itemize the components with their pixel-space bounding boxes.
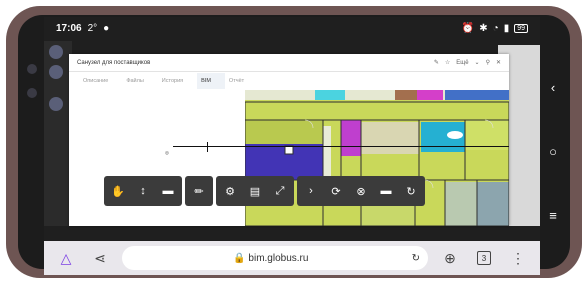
- background-footer: [214, 231, 540, 241]
- home-icon[interactable]: ○: [544, 142, 562, 160]
- signal-icon: ▮: [503, 22, 510, 34]
- move-vertical-icon[interactable]: ↕: [132, 179, 154, 203]
- minus-square-icon[interactable]: ▬: [375, 179, 397, 203]
- tab-bim[interactable]: BIM: [197, 73, 225, 89]
- camera-icon[interactable]: ▬: [157, 179, 179, 203]
- menu-icon[interactable]: ⋮: [506, 246, 530, 270]
- chevron-right-icon[interactable]: ›: [300, 179, 322, 203]
- room-magenta: [341, 120, 361, 156]
- fullscreen-icon[interactable]: ⤢: [269, 179, 291, 203]
- more-action[interactable]: Ещё: [456, 60, 468, 66]
- background-sidebar: [44, 41, 72, 226]
- tab-label: BIM: [201, 78, 211, 84]
- reload-icon[interactable]: ↻: [412, 253, 420, 264]
- browser-bar: △ ⋖ 🔒 bim.globus.ru ↻ ⊕ 3 ⋮: [44, 241, 540, 275]
- room-grey: [477, 182, 509, 226]
- hand-icon[interactable]: ✋: [107, 179, 129, 203]
- tab-report[interactable]: Отчёт: [225, 73, 258, 89]
- section-line: [173, 146, 509, 147]
- tab-label: Отчёт: [228, 78, 245, 84]
- star-icon[interactable]: ☆: [445, 59, 450, 66]
- layers-icon[interactable]: ▤: [244, 179, 266, 203]
- recents-icon[interactable]: ≡: [544, 206, 562, 224]
- back-icon[interactable]: ‹: [544, 78, 562, 96]
- battery-level: 99: [517, 24, 525, 32]
- pencil-icon[interactable]: ✏: [188, 179, 210, 203]
- tab-label: История: [161, 78, 184, 84]
- battery-icon: 99: [514, 23, 528, 33]
- rotate-icon[interactable]: ⟳: [325, 179, 347, 203]
- room-beige: [361, 122, 419, 154]
- tab-files[interactable]: Файлы: [122, 73, 157, 89]
- sensor-icon: [27, 88, 37, 98]
- room-cyan-top: [315, 90, 345, 100]
- gear-icon[interactable]: ⚙: [219, 179, 241, 203]
- room-purple: [245, 144, 323, 180]
- front-camera-icon: [27, 64, 37, 74]
- url-text: bim.globus.ru: [248, 252, 309, 264]
- share-icon[interactable]: ⋖: [88, 246, 112, 270]
- address-bar[interactable]: 🔒 bim.globus.ru ↻: [122, 246, 428, 270]
- new-tab-icon[interactable]: ⊕: [438, 246, 462, 270]
- modal-header: Санузел для поставщиков ✎ ☆ Ещё ⌄ ⚲ ✕: [69, 54, 509, 72]
- notification-icon: ●: [103, 22, 110, 34]
- close-circle-icon[interactable]: ⊗: [350, 179, 372, 203]
- wifi-icon: ◔: [492, 22, 499, 34]
- tab-description[interactable]: Описание: [79, 73, 122, 89]
- tab-history[interactable]: История: [158, 73, 197, 89]
- lock-icon: 🔒: [233, 252, 246, 264]
- room-green-left: [245, 120, 323, 144]
- bluetooth-icon: ✱: [479, 22, 488, 34]
- level-marker-icon: ◎: [165, 150, 169, 155]
- refresh-icon[interactable]: ↻: [400, 179, 422, 203]
- room-brown-top: [395, 90, 417, 100]
- tab-label: Описание: [83, 78, 109, 84]
- status-bar: 17:06 2° ● ⏰ ✱ ◔ ▮ 99: [44, 17, 540, 39]
- background-app-icon: [49, 45, 63, 59]
- background-app-icon: [49, 65, 63, 79]
- room-magenta-top: [417, 90, 443, 100]
- screen: 17:06 2° ● ⏰ ✱ ◔ ▮ 99 Санузел для постав…: [44, 17, 540, 275]
- edit-icon[interactable]: ✎: [434, 59, 439, 66]
- status-temperature: 2°: [87, 22, 98, 34]
- pin-icon[interactable]: ⚲: [486, 59, 490, 66]
- tabs-button[interactable]: 3: [472, 246, 496, 270]
- chevron-down-icon[interactable]: ⌄: [475, 59, 480, 66]
- android-nav-bar: ‹ ○ ≡: [540, 60, 566, 230]
- background-app-icon: [49, 97, 63, 111]
- toolbar-group-settings: ⚙ ▤ ⤢: [216, 176, 294, 206]
- phone-left-edge: [22, 60, 42, 210]
- tab-count: 3: [477, 251, 491, 265]
- browser-logo-icon[interactable]: △: [54, 246, 78, 270]
- toolbar-group-navigation: ✋ ↕ ▬: [104, 176, 182, 206]
- modal-title: Санузел для поставщиков: [77, 59, 151, 66]
- fixture: [447, 131, 463, 139]
- room-grey-light: [445, 182, 477, 226]
- viewer-toolbar: ✋ ↕ ▬ ✏ ⚙ ▤ ⤢ › ⟳ ⊗ ▬ ↻: [104, 176, 425, 206]
- toolbar-group-markup: ✏: [185, 176, 213, 206]
- section-marker: [207, 142, 208, 152]
- modal-tabs: Описание Файлы История BIM Отчёт: [69, 73, 509, 89]
- alarm-icon: ⏰: [461, 22, 475, 34]
- corridor: [323, 126, 331, 180]
- toolbar-group-view: › ⟳ ⊗ ▬ ↻: [297, 176, 425, 206]
- room-blue-top: [445, 90, 509, 100]
- close-icon[interactable]: ✕: [496, 59, 501, 66]
- status-time: 17:06: [56, 22, 82, 34]
- tab-label: Файлы: [126, 78, 144, 84]
